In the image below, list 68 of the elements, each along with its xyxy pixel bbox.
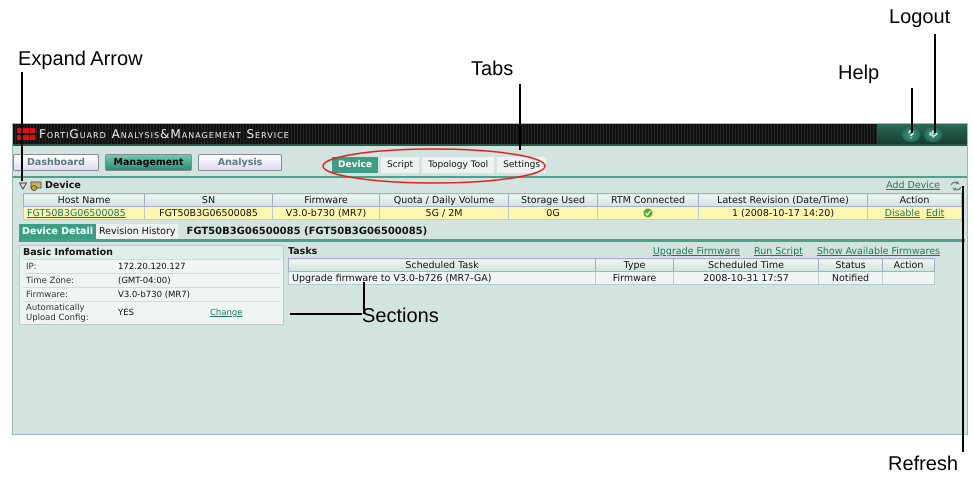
- callout-label: Refresh: [888, 453, 958, 476]
- question-mark-icon: [907, 130, 915, 138]
- column-header: Type: [596, 258, 674, 272]
- callout-label: Logout: [889, 6, 950, 29]
- column-header: SN: [144, 194, 272, 206]
- logout-button[interactable]: [924, 126, 942, 142]
- callout-label: Sections: [362, 305, 439, 328]
- info-value: 172.20.120.127: [118, 262, 187, 272]
- leader-line: [519, 84, 521, 150]
- leader-line: [911, 88, 913, 133]
- column-header: Firmware: [272, 194, 380, 206]
- table-cell: 2008-10-31 17:57: [674, 272, 818, 284]
- nav-button[interactable]: Analysis: [198, 154, 282, 171]
- table-cell: 0G: [508, 206, 598, 220]
- nav-button[interactable]: Management: [105, 154, 192, 171]
- expand-arrow-icon[interactable]: [19, 182, 27, 190]
- action-link[interactable]: Disable: [884, 208, 920, 218]
- task-link[interactable]: Run Script: [754, 246, 803, 257]
- info-value: V3.0-b730 (MR7): [118, 290, 192, 300]
- host-name-link[interactable]: FGT50B3G06500085: [27, 208, 126, 218]
- change-link[interactable]: Change: [210, 308, 277, 318]
- info-label: Firmware:: [26, 290, 69, 300]
- detail-tab[interactable]: Device Detail: [19, 224, 96, 239]
- column-header: Status: [818, 258, 882, 272]
- table-cell: Upgrade firmware to V3.0-b726 (MR7-GA): [288, 272, 596, 284]
- callout-label: Help: [838, 62, 880, 85]
- help-button[interactable]: [902, 126, 920, 142]
- column-header: Action: [882, 258, 934, 272]
- table-cell: 5G / 2M: [380, 206, 508, 220]
- section-title: Device: [45, 180, 81, 191]
- window-title: FortiGuard Analysis&Management Service: [39, 127, 290, 141]
- logo-icon: [17, 128, 35, 140]
- tab[interactable]: Settings: [497, 157, 546, 173]
- tab[interactable]: Topology Tool: [422, 157, 494, 173]
- device-detail-title: FGT50B3G06500085 (FGT50B3G06500085): [186, 226, 428, 237]
- arrow-icon: [928, 130, 938, 138]
- info-label: Automatically Upload Config:: [26, 303, 90, 323]
- column-header: Storage Used: [508, 194, 598, 206]
- panel-title: Basic Infomation: [23, 247, 113, 258]
- table-cell: Notified: [818, 272, 882, 284]
- callout-label: Expand Arrow: [18, 48, 143, 71]
- nav-button[interactable]: Dashboard: [13, 154, 99, 171]
- column-header: Scheduled Time: [674, 258, 818, 272]
- column-header: RTM Connected: [598, 194, 698, 206]
- column-header: Action: [868, 194, 962, 206]
- table-cell: Firmware: [596, 272, 674, 284]
- table-cell: FGT50B3G06500085: [144, 206, 272, 220]
- column-header: Scheduled Task: [288, 258, 596, 272]
- info-value: (GMT-04:00): [118, 276, 172, 286]
- callout-label: Tabs: [471, 58, 514, 81]
- refresh-icon[interactable]: [949, 180, 963, 190]
- table-cell: V3.0-b730 (MR7): [272, 206, 380, 220]
- add-device-link[interactable]: Add Device: [886, 180, 940, 191]
- info-label: Time Zone:: [26, 276, 76, 286]
- column-header: Host Name: [24, 194, 144, 206]
- column-header: Latest Revision (Date/Time): [698, 194, 868, 206]
- panel-title: Tasks: [288, 246, 318, 257]
- table-cell: 1 (2008-10-17 14:20): [698, 206, 868, 220]
- device-icon: [30, 180, 42, 190]
- task-link[interactable]: Show Available Firmwares: [816, 246, 940, 257]
- action-link[interactable]: Edit: [926, 208, 944, 218]
- tab[interactable]: Device: [332, 157, 378, 173]
- column-header: Quota / Daily Volume: [380, 194, 508, 206]
- task-link[interactable]: Upgrade Firmware: [652, 246, 740, 257]
- detail-tab[interactable]: Revision History: [96, 224, 178, 239]
- tab[interactable]: Script: [380, 157, 420, 173]
- info-label: IP:: [26, 262, 38, 272]
- info-value: YES: [118, 308, 135, 318]
